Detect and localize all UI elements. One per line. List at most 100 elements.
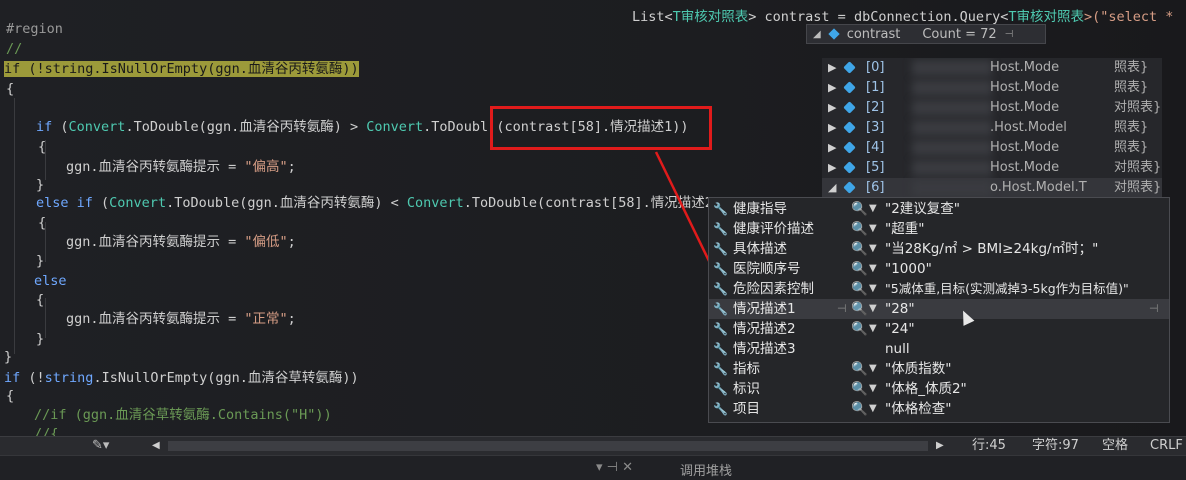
collapse-arrow-icon[interactable]: ◢ bbox=[828, 178, 836, 198]
dropdown-arrow-icon[interactable]: ▼ bbox=[869, 199, 877, 219]
code-line: { bbox=[6, 388, 15, 404]
property-value[interactable]: "体格检查" bbox=[885, 399, 951, 419]
blurred-value bbox=[912, 80, 992, 96]
pin-icon[interactable]: ⊣ bbox=[1149, 299, 1159, 319]
magnifier-icon[interactable]: 🔍 bbox=[851, 279, 868, 299]
dropdown-arrow-icon[interactable]: ▼ bbox=[869, 379, 877, 399]
datatip-row[interactable]: ▶ [2] Host.Mode 对照表} bbox=[822, 98, 1162, 118]
tab-call-stack[interactable]: 调用堆栈 bbox=[680, 460, 732, 479]
code-line: ggn.血清谷丙转氨酶提示 = "偏高"; bbox=[66, 159, 296, 175]
horizontal-scrollbar[interactable] bbox=[168, 441, 928, 451]
property-value[interactable]: null bbox=[885, 339, 910, 359]
code-line: } bbox=[36, 177, 45, 193]
blurred-value bbox=[912, 140, 992, 156]
wrench-icon: 🔧 bbox=[713, 282, 728, 296]
datatip-row[interactable]: ▶ [4] Host.Mode 照表} bbox=[822, 138, 1162, 158]
scroll-right-icon[interactable]: ▶ bbox=[936, 437, 944, 455]
dropdown-arrow-icon[interactable]: ▼ bbox=[869, 299, 877, 319]
property-name: 情况描述2 bbox=[733, 321, 796, 337]
dropdown-arrow-icon[interactable]: ▼ bbox=[869, 399, 877, 419]
datatip-row-expanded[interactable]: ◢ [6] o.Host.Model.T 对照表} bbox=[822, 178, 1162, 198]
panel-pin-icons[interactable]: ▾ ⊣ ✕ bbox=[596, 460, 633, 475]
dropdown-arrow-icon[interactable]: ▼ bbox=[869, 239, 877, 259]
row-value-suffix: 对照表} bbox=[1114, 180, 1162, 195]
code-line: else bbox=[34, 273, 67, 289]
property-value[interactable]: "5减体重,目标(实测减掉3-5kg作为目标值)" bbox=[885, 279, 1129, 299]
property-datatip[interactable]: 🔧 健康指导 🔍 ▼ "2建议复查" 🔧 健康评价描述 🔍 ▼ "超重" 🔧 具体描述 🔍… bbox=[708, 197, 1170, 423]
row-value: o.Host.Model.T bbox=[990, 180, 1087, 195]
property-value[interactable]: "2建议复查" bbox=[885, 199, 960, 219]
row-value: .Host.Model bbox=[990, 120, 1067, 135]
row-value: Host.Mode bbox=[990, 160, 1060, 175]
magnifier-icon[interactable]: 🔍 bbox=[851, 379, 868, 399]
code-line: #region bbox=[6, 21, 63, 37]
expand-arrow-icon[interactable]: ▶ bbox=[828, 78, 836, 98]
scroll-left-icon[interactable]: ◀ bbox=[152, 437, 160, 455]
magnifier-icon[interactable]: 🔍 bbox=[851, 199, 868, 219]
wrench-icon: 🔧 bbox=[713, 402, 728, 416]
property-row[interactable]: 🔧 指标 🔍 ▼ "体质指数" bbox=[709, 359, 1169, 379]
property-row-selected[interactable]: 🔧 情况描述1 ⊣ 🔍 ▼ "28" ⊣ bbox=[709, 299, 1169, 319]
property-row[interactable]: 🔧 项目 🔍 ▼ "体格检查" bbox=[709, 399, 1169, 419]
property-value[interactable]: "体格_体质2" bbox=[885, 379, 967, 399]
magnifier-icon[interactable]: 🔍 bbox=[851, 399, 868, 419]
dropdown-arrow-icon[interactable]: ▼ bbox=[869, 319, 877, 339]
property-value[interactable]: "28" bbox=[885, 299, 915, 319]
datatip-variable-name: contrast bbox=[846, 26, 901, 42]
dropdown-arrow-icon[interactable]: ▼ bbox=[869, 359, 877, 379]
property-value[interactable]: "1000" bbox=[885, 259, 932, 279]
expand-arrow-icon[interactable]: ▶ bbox=[828, 98, 836, 118]
magnifier-icon[interactable]: 🔍 bbox=[851, 219, 868, 239]
pin-icon[interactable]: ⊣ bbox=[1005, 29, 1014, 40]
wrench-icon: 🔧 bbox=[713, 322, 728, 336]
property-name: 健康指导 bbox=[733, 201, 787, 217]
bottom-panel: ▾ ⊣ ✕ 调用堆栈 bbox=[0, 455, 1186, 480]
row-value: Host.Mode bbox=[990, 60, 1060, 75]
datatip-row[interactable]: ▶ [3] .Host.Model 照表} bbox=[822, 118, 1162, 138]
row-index: [3] bbox=[866, 120, 885, 135]
status-line-ending[interactable]: CRLF bbox=[1150, 437, 1183, 455]
pin-icon[interactable]: ⊣ bbox=[837, 299, 847, 319]
property-value[interactable]: "24" bbox=[885, 319, 915, 339]
status-whitespace[interactable]: 空格 bbox=[1102, 437, 1128, 455]
expand-arrow-icon[interactable]: ▶ bbox=[828, 158, 836, 178]
datatip-row[interactable]: ▶ [1] Host.Mode 照表} bbox=[822, 78, 1162, 98]
property-row[interactable]: 🔧 具体描述 🔍 ▼ "当28Kg/㎡ > BMI≥24kg/㎡时；" bbox=[709, 239, 1169, 259]
datatip-header[interactable]: ◢ contrast Count = 72 ⊣ bbox=[806, 24, 1046, 44]
datatip-list[interactable]: ▶ [0] Host.Mode 照表} ▶ [1] Host.Mode 照表} ▶ … bbox=[822, 58, 1162, 198]
status-bar: ✎▾ ◀ ▶ 行:45 字符:97 空格 CRLF bbox=[0, 436, 1186, 455]
row-value-suffix: 照表} bbox=[1114, 120, 1149, 135]
property-row[interactable]: 🔧 情况描述2 🔍 ▼ "24" bbox=[709, 319, 1169, 339]
object-icon bbox=[843, 161, 856, 174]
property-row[interactable]: 🔧 标识 🔍 ▼ "体格_体质2" bbox=[709, 379, 1169, 399]
expand-arrow-icon[interactable]: ▶ bbox=[828, 118, 836, 138]
blurred-value bbox=[912, 100, 992, 116]
expand-triangle-icon[interactable]: ◢ bbox=[813, 29, 821, 40]
magnifier-icon[interactable]: 🔍 bbox=[851, 259, 868, 279]
property-row[interactable]: 🔧 健康指导 🔍 ▼ "2建议复查" bbox=[709, 199, 1169, 219]
magnifier-icon[interactable]: 🔍 bbox=[851, 299, 868, 319]
dropdown-arrow-icon[interactable]: ▼ bbox=[869, 219, 877, 239]
magnifier-icon[interactable]: 🔍 bbox=[851, 239, 868, 259]
property-row[interactable]: 🔧 情况描述3 null bbox=[709, 339, 1169, 359]
property-row[interactable]: 🔧 医院顺序号 🔍 ▼ "1000" bbox=[709, 259, 1169, 279]
dropdown-arrow-icon[interactable]: ▼ bbox=[869, 259, 877, 279]
object-icon bbox=[843, 101, 856, 114]
wrench-icon: 🔧 bbox=[713, 202, 728, 216]
code-line: { bbox=[38, 139, 47, 155]
property-row[interactable]: 🔧 危险因素控制 🔍 ▼ "5减体重,目标(实测减掉3-5kg作为目标值)" bbox=[709, 279, 1169, 299]
property-value[interactable]: "超重" bbox=[885, 219, 924, 239]
magnifier-icon[interactable]: 🔍 bbox=[851, 319, 868, 339]
dropdown-arrow-icon[interactable]: ▼ bbox=[869, 279, 877, 299]
datatip-row[interactable]: ▶ [0] Host.Mode 照表} bbox=[822, 58, 1162, 78]
property-row[interactable]: 🔧 健康评价描述 🔍 ▼ "超重" bbox=[709, 219, 1169, 239]
expand-arrow-icon[interactable]: ▶ bbox=[828, 138, 836, 158]
datatip-row[interactable]: ▶ [5] Host.Mode 对照表} bbox=[822, 158, 1162, 178]
expand-arrow-icon[interactable]: ▶ bbox=[828, 58, 836, 78]
code-editor[interactable]: List<T审核对照表> contrast = dbConnection.Que… bbox=[0, 0, 1186, 436]
property-value[interactable]: "体质指数" bbox=[885, 359, 951, 379]
property-value[interactable]: "当28Kg/㎡ > BMI≥24kg/㎡时；" bbox=[885, 239, 1098, 259]
row-value: Host.Mode bbox=[990, 100, 1060, 115]
lightbulb-icon[interactable]: ✎▾ bbox=[92, 437, 109, 455]
magnifier-icon[interactable]: 🔍 bbox=[851, 359, 868, 379]
